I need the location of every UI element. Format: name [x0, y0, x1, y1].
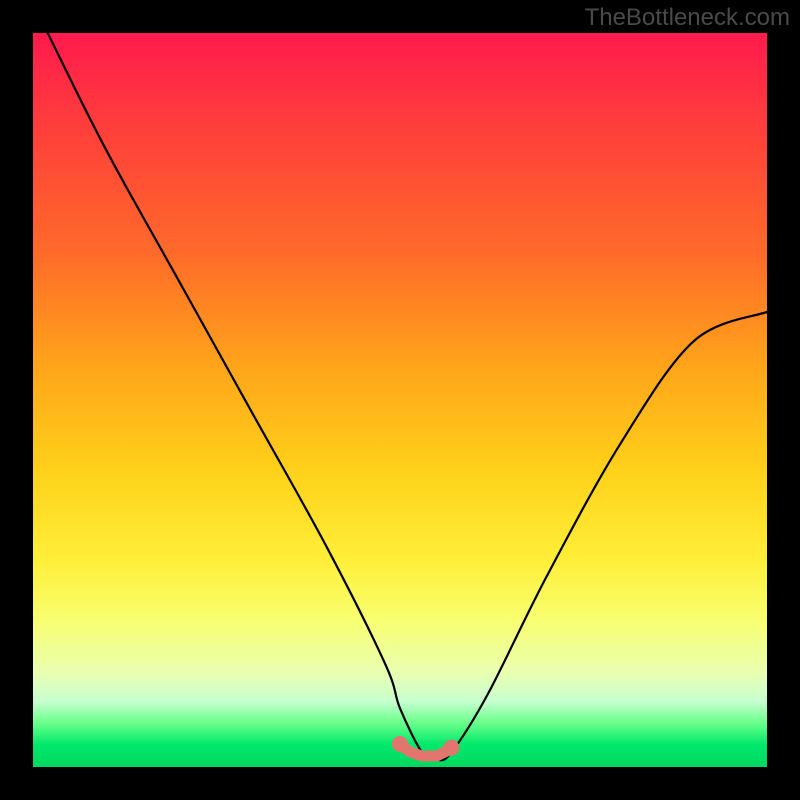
dip-markers [392, 736, 459, 756]
dip-cap-right [443, 740, 459, 756]
chart-frame: TheBottleneck.com [0, 0, 800, 800]
plot-area [33, 33, 767, 767]
bottleneck-curve [48, 33, 767, 760]
dip-cap-left [392, 736, 408, 752]
watermark-text: TheBottleneck.com [585, 4, 790, 32]
chart-svg [33, 33, 767, 767]
